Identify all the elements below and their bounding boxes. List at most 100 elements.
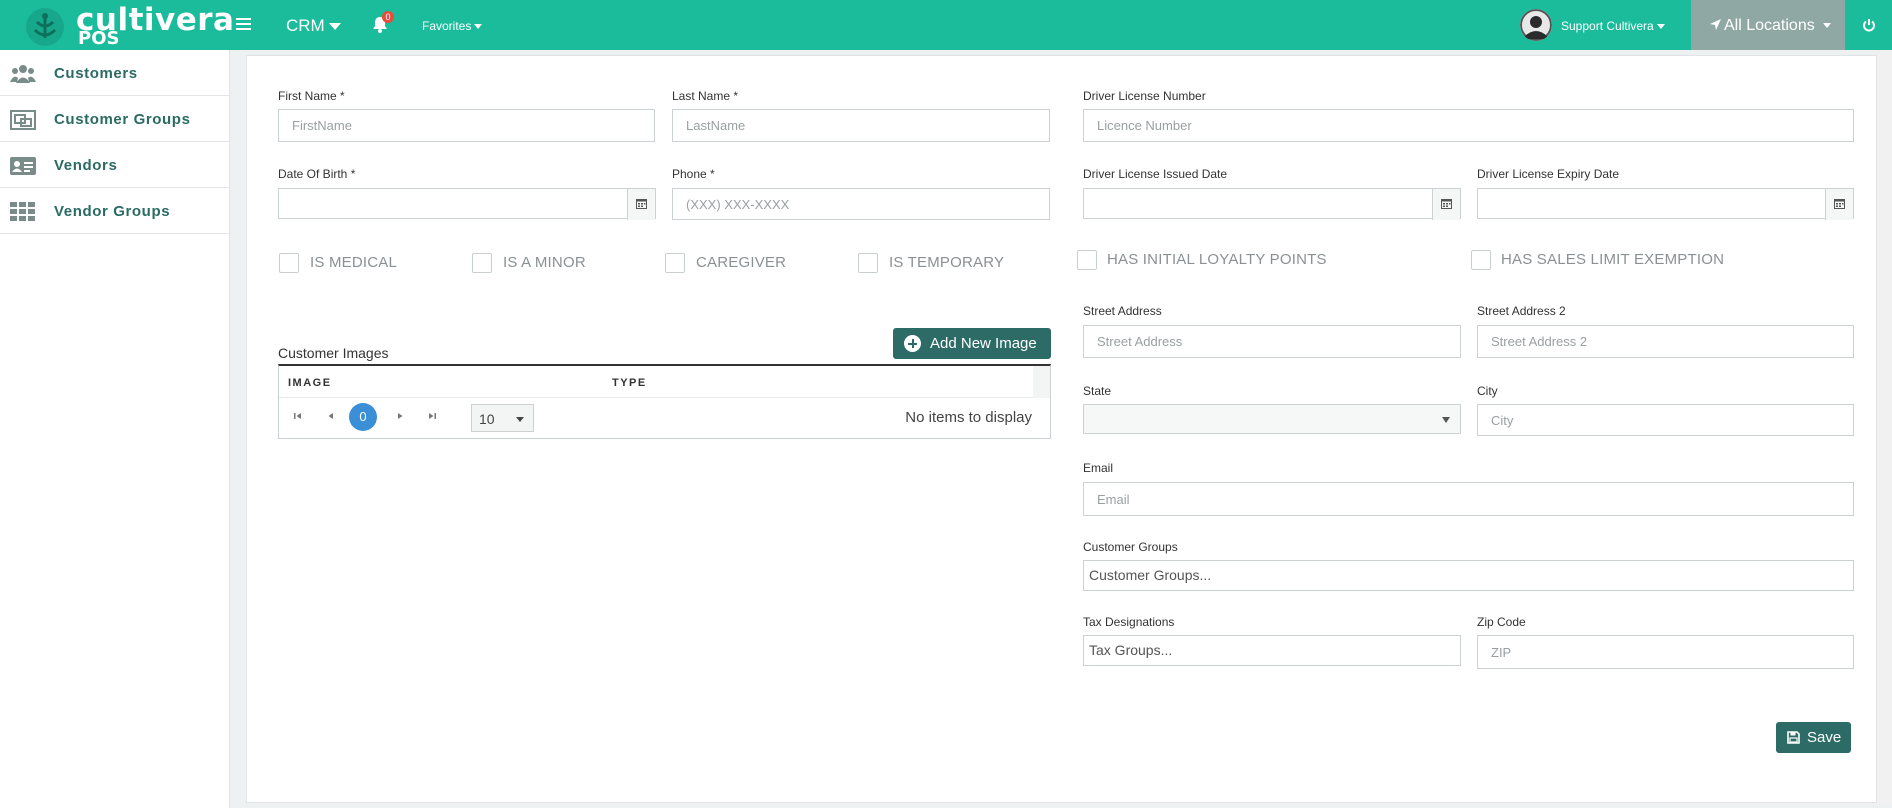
calendar-icon — [636, 199, 647, 209]
sidebar-item-label: Customer Groups — [54, 111, 191, 128]
caregiver-label: CAREGIVER — [696, 254, 787, 271]
next-page-icon[interactable] — [395, 411, 405, 421]
locations-label: All Locations — [1724, 17, 1815, 34]
power-icon[interactable] — [1862, 18, 1876, 32]
is-temporary-checkbox[interactable] — [858, 253, 878, 273]
top-navbar: cultivera POS CRM 0 Favorites Support Cu… — [0, 0, 1892, 50]
initial-loyalty-points-checkbox[interactable] — [1077, 250, 1097, 270]
license-issued-date-input[interactable] — [1083, 188, 1461, 220]
page-size-select[interactable]: 10 — [471, 404, 534, 432]
phone-input[interactable] — [672, 188, 1050, 220]
sidebar-item-customer-groups[interactable]: Customer Groups — [0, 96, 229, 142]
customer-groups-label: Customer Groups — [1083, 540, 1178, 554]
sidebar-item-vendors[interactable]: Vendors — [0, 142, 229, 188]
floppy-disk-icon — [1787, 731, 1800, 744]
column-header-image[interactable]: IMAGE — [288, 377, 332, 389]
is-medical-checkbox[interactable] — [279, 253, 299, 273]
calendar-icon — [1441, 199, 1452, 209]
phone-label: Phone * — [672, 167, 715, 181]
save-label: Save — [1807, 729, 1842, 746]
add-new-image-label: Add New Image — [930, 335, 1037, 352]
avatar — [1520, 9, 1552, 41]
favorites-label: Favorites — [422, 19, 472, 33]
grid-scrollbar-filler — [1033, 366, 1050, 398]
initial-loyalty-points-label: HAS INITIAL LOYALTY POINTS — [1107, 251, 1327, 268]
locations-dropdown[interactable]: All Locations — [1691, 0, 1845, 50]
caret-down-icon — [328, 23, 341, 31]
sales-limit-exemption-label: HAS SALES LIMIT EXEMPTION — [1501, 251, 1725, 268]
last-name-input[interactable] — [672, 109, 1050, 142]
street-address-input[interactable] — [1083, 325, 1461, 358]
cultivera-logo[interactable]: cultivera POS — [22, 4, 234, 49]
locations-content: All Locations — [1709, 17, 1831, 35]
column-header-type[interactable]: TYPE — [612, 377, 647, 389]
customer-images-title: Customer Images — [278, 345, 389, 361]
tax-designations-input[interactable] — [1083, 635, 1461, 666]
city-label: City — [1477, 384, 1498, 398]
grid-header: IMAGE TYPE — [279, 366, 1050, 398]
email-input[interactable] — [1083, 482, 1854, 516]
grid-pager: 0 10 No items to display — [279, 398, 1050, 437]
no-items-message: No items to display — [905, 409, 1032, 426]
page-scrollbar[interactable] — [1877, 55, 1892, 803]
favorites-dropdown[interactable]: Favorites — [422, 19, 483, 33]
driver-license-number-input[interactable] — [1083, 109, 1854, 142]
street-address-2-input[interactable] — [1477, 325, 1854, 358]
license-issued-date-label: Driver License Issued Date — [1083, 167, 1228, 181]
user-name-text: Support Cultivera — [1561, 19, 1654, 33]
is-minor-checkbox[interactable] — [472, 253, 492, 273]
sidebar-item-label: Customers — [54, 65, 138, 82]
user-name: Support Cultivera — [1561, 19, 1665, 33]
sidebar-item-customers[interactable]: Customers — [0, 50, 229, 96]
driver-license-number-label: Driver License Number — [1083, 89, 1206, 103]
sidebar: Customers Customer Groups Vendors Vendor… — [0, 50, 230, 808]
tax-designations-label: Tax Designations — [1083, 615, 1175, 629]
is-minor-label: IS A MINOR — [503, 254, 586, 271]
customer-groups-input[interactable] — [1083, 560, 1854, 591]
groups-icon — [10, 110, 36, 130]
license-expiry-date-label: Driver License Expiry Date — [1477, 167, 1620, 181]
caret-down-icon — [1656, 24, 1665, 30]
grid-icon — [10, 202, 36, 222]
date-of-birth-input[interactable] — [278, 188, 656, 220]
module-label: CRM — [286, 16, 325, 35]
date-of-birth-label: Date Of Birth * — [278, 167, 356, 181]
module-dropdown[interactable]: CRM — [286, 16, 341, 36]
id-card-icon — [10, 156, 36, 176]
chevron-down-icon — [516, 417, 524, 422]
license-expiry-calendar-button[interactable] — [1825, 189, 1853, 220]
calendar-icon — [1834, 199, 1845, 209]
is-temporary-label: IS TEMPORARY — [889, 254, 1005, 271]
license-expiry-date-input[interactable] — [1477, 188, 1854, 220]
caret-down-icon — [474, 24, 483, 30]
hamburger-menu-icon[interactable] — [236, 18, 251, 30]
sidebar-item-vendor-groups[interactable]: Vendor Groups — [0, 188, 229, 234]
is-medical-label: IS MEDICAL — [310, 254, 398, 271]
current-page-button[interactable]: 0 — [349, 403, 377, 431]
city-input[interactable] — [1477, 404, 1854, 436]
last-name-label: Last Name * — [672, 89, 739, 103]
last-page-icon[interactable] — [427, 411, 437, 421]
prev-page-icon[interactable] — [326, 411, 336, 421]
first-name-label: First Name * — [278, 89, 345, 103]
caret-down-icon — [1822, 23, 1831, 29]
save-button[interactable]: Save — [1776, 722, 1851, 753]
street-address-label: Street Address — [1083, 304, 1162, 318]
date-of-birth-calendar-button[interactable] — [627, 189, 655, 220]
logo-subtext: POS — [78, 28, 120, 49]
caregiver-checkbox[interactable] — [665, 253, 685, 273]
logo-mark-icon — [26, 8, 64, 46]
plus-circle-icon — [904, 335, 921, 352]
first-page-icon[interactable] — [293, 411, 303, 421]
users-icon — [10, 64, 36, 84]
license-issued-calendar-button[interactable] — [1432, 189, 1460, 220]
state-select[interactable] — [1083, 404, 1461, 434]
email-label: Email — [1083, 461, 1114, 475]
add-new-image-button[interactable]: Add New Image — [893, 328, 1051, 359]
zip-code-input[interactable] — [1477, 635, 1854, 669]
location-arrow-icon — [1710, 19, 1721, 30]
first-name-input[interactable] — [278, 109, 655, 142]
page-size-value: 10 — [479, 411, 495, 427]
sales-limit-exemption-checkbox[interactable] — [1471, 250, 1491, 270]
notification-count-badge: 0 — [382, 11, 394, 23]
